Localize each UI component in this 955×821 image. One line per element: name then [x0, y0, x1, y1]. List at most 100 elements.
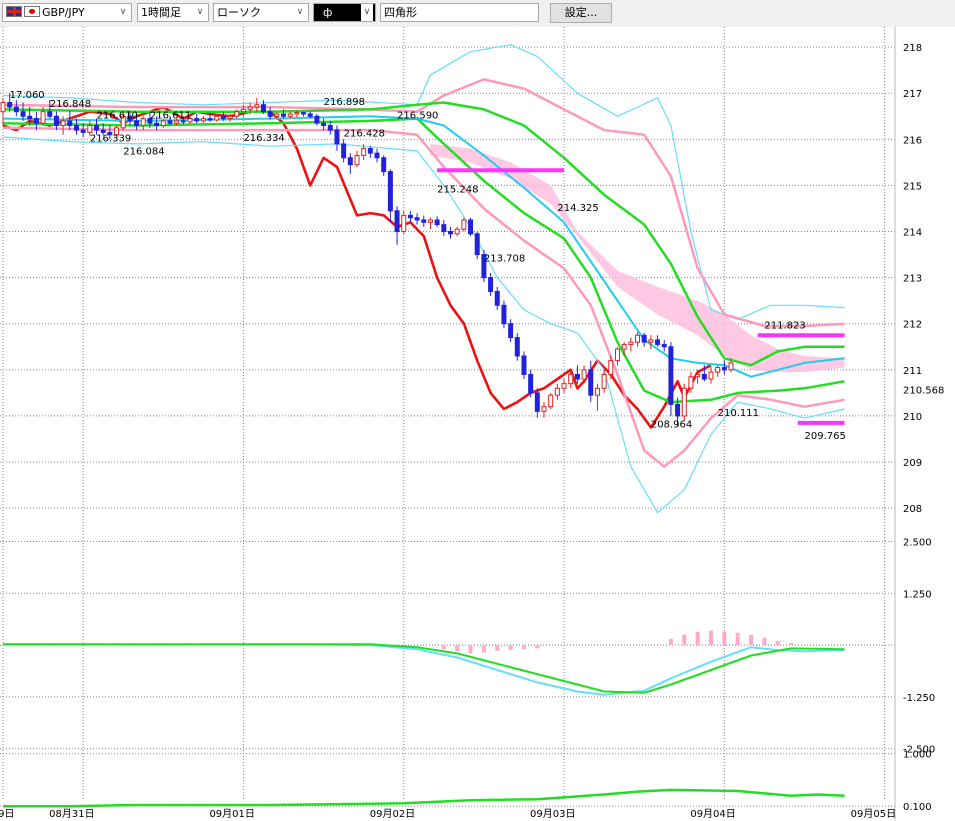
- candle-body: [374, 152, 380, 159]
- symbol-select[interactable]: GBP/JPY ∨: [2, 3, 132, 22]
- shape-label: 四角形: [384, 6, 417, 19]
- macd-histogram-bar: [535, 645, 540, 649]
- draw-tool-label: ф: [323, 6, 333, 19]
- candle-body: [708, 371, 714, 380]
- candle-body: [614, 348, 620, 362]
- candle-body: [354, 154, 360, 166]
- candle-body: [207, 118, 213, 121]
- candle-body: [568, 373, 574, 385]
- candle-body: [594, 387, 600, 396]
- candle-body: [267, 111, 273, 117]
- candle-body: [194, 118, 200, 122]
- candle-body: [494, 290, 500, 306]
- candle-body: [294, 112, 300, 115]
- candle-body: [448, 231, 453, 235]
- symbol-label: GBP/JPY: [42, 6, 85, 19]
- candle-body: [427, 219, 433, 223]
- price-tick-label: 208: [903, 504, 922, 515]
- candle-body: [574, 373, 580, 380]
- price-tick-label: 209: [903, 458, 922, 469]
- last-price-label: 210.568: [903, 386, 944, 397]
- candle-body: [695, 373, 701, 378]
- macd-histogram-bar: [735, 632, 740, 646]
- candle-body: [200, 118, 206, 122]
- time-tick-label: 09月01日: [209, 808, 254, 820]
- time-tick-label: 08月29日: [0, 808, 14, 820]
- price-annotation: 214.325: [557, 203, 598, 214]
- price-tick-label: 216: [903, 135, 922, 146]
- candle-body: [488, 277, 494, 292]
- candle-body: [274, 113, 280, 117]
- time-tick-label: 09月04日: [690, 808, 735, 820]
- candle-body: [421, 219, 427, 223]
- shape-field[interactable]: 四角形: [380, 3, 539, 22]
- candle-body: [628, 341, 634, 345]
- macd-histogram-bar: [468, 645, 473, 654]
- time-tick-label: 09月02日: [370, 808, 415, 820]
- macd-histogram-bar: [668, 638, 673, 646]
- candle-body: [220, 115, 226, 120]
- price-annotation: 216.848: [50, 99, 91, 110]
- price-annotation: 216.898: [324, 97, 365, 108]
- macd-histogram-bar: [762, 637, 767, 646]
- price-tick-label: 217: [903, 89, 922, 100]
- price-tick-label: 212: [903, 320, 922, 331]
- price-annotation: 209.765: [804, 431, 845, 442]
- macd-histogram-bar: [695, 631, 700, 646]
- time-tick-label: 09月05日: [851, 808, 896, 820]
- candle-body: [534, 392, 540, 412]
- price-tick-label: 215: [903, 181, 922, 192]
- candle-body: [554, 387, 560, 396]
- candle-body: [100, 129, 106, 133]
- toolbar: GBP/JPY ∨ 1時間足 ∨ ローソク ∨ ф ∨ 四角形 設定...: [0, 0, 955, 28]
- candle-body: [281, 113, 287, 117]
- candle-body: [434, 219, 440, 226]
- draw-tool-select[interactable]: ф ∨: [313, 3, 376, 22]
- candle-body: [715, 367, 721, 373]
- price-annotation: 215.248: [437, 184, 478, 195]
- osc-tick-label: 1.000: [903, 750, 932, 761]
- candle-body: [334, 129, 340, 145]
- price-annotation: 216.610: [97, 111, 138, 122]
- candle-body: [548, 394, 554, 408]
- timeframe-select[interactable]: 1時間足 ∨: [137, 3, 209, 22]
- timeframe-label: 1時間足: [141, 6, 181, 19]
- settings-button[interactable]: 設定...: [550, 3, 612, 23]
- macd-histogram-bar: [682, 634, 687, 646]
- candle-body: [347, 157, 353, 166]
- candle-body: [688, 376, 694, 389]
- candle-body: [454, 228, 460, 235]
- candle-body: [327, 125, 333, 131]
- chevron-down-icon: ∨: [196, 7, 204, 17]
- candle-body: [27, 115, 33, 120]
- candle-body: [80, 129, 86, 133]
- candle-body: [214, 115, 220, 121]
- candle-body: [608, 360, 614, 375]
- macd-tick-label: 1.250: [903, 589, 932, 600]
- candle-body: [47, 111, 53, 117]
- chart-style-select[interactable]: ローソク ∨: [213, 3, 309, 22]
- price-annotation: 216.339: [90, 134, 131, 145]
- price-annotation: 213.708: [484, 253, 525, 264]
- candle-body: [247, 106, 253, 110]
- candle-body: [67, 120, 73, 127]
- macd-histogram-bar: [775, 640, 780, 646]
- candle-body: [441, 224, 447, 233]
- candle-body: [655, 339, 661, 345]
- candle-body: [361, 148, 367, 156]
- candle-body: [0, 101, 6, 113]
- price-tick-label: 214: [903, 228, 922, 239]
- candle-body: [541, 406, 547, 412]
- candle-body: [474, 233, 480, 256]
- macd-histogram-bar: [455, 645, 460, 652]
- candle-body: [407, 214, 413, 219]
- candle-body: [321, 122, 327, 127]
- macd-histogram-bar: [789, 643, 794, 646]
- candle-body: [260, 104, 266, 113]
- chevron-down-icon: ∨: [296, 7, 304, 17]
- candle-body: [53, 115, 59, 127]
- macd-histogram-bar: [722, 631, 727, 646]
- time-tick-label: 09月03日: [530, 808, 575, 820]
- candle-body: [721, 367, 727, 371]
- jp-flag-icon: [24, 6, 40, 17]
